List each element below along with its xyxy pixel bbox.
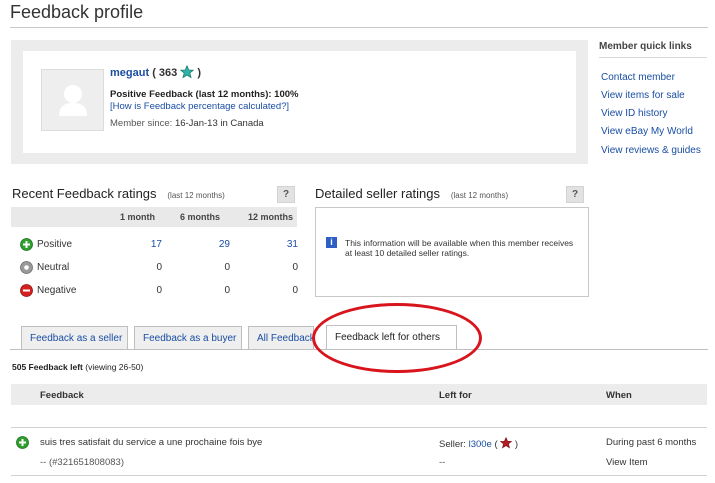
neutral-icon [20, 261, 33, 274]
view-my-world-link[interactable]: View eBay My World [601, 126, 693, 137]
seller-prefix: Seller: [439, 439, 466, 450]
info-icon: i [326, 237, 337, 248]
positive-plus-icon [16, 436, 29, 449]
item-reference: -- (#321651808083) [40, 457, 124, 468]
how-calculated-link[interactable]: [How is Feedback percentage calculated?] [110, 101, 289, 112]
col-left-for: Left for [439, 390, 472, 401]
view-reviews-guides-link[interactable]: View reviews & guides [601, 145, 701, 156]
open-paren: ( [152, 67, 159, 79]
turquoise-star-icon[interactable] [180, 65, 195, 79]
seller-close-paren: ) [514, 439, 519, 450]
col-12-months: 12 months [248, 212, 294, 222]
feedback-comment: suis tres satisfait du service a une pro… [40, 437, 263, 448]
neutral-6-months: 0 [224, 262, 230, 273]
item-price: -- [439, 457, 446, 468]
positive-plus-icon [20, 238, 33, 251]
seller-name-link[interactable]: l300e [469, 439, 492, 450]
negative-12-months: 0 [292, 285, 298, 296]
close-paren: ) [197, 67, 202, 79]
feedback-score: 363 [158, 67, 178, 79]
ratings-table: 1 month 6 months 12 months Positive 17 2… [11, 207, 298, 303]
page-title: Feedback profile [10, 2, 144, 22]
quick-links-title: Member quick links [599, 41, 692, 52]
tab-all-feedback[interactable]: All Feedback [248, 326, 314, 349]
avatar [41, 69, 104, 131]
feedback-count: 505 Feedback left (viewing 26-50) [12, 362, 143, 372]
negative-1-month: 0 [156, 285, 162, 296]
col-feedback: Feedback [40, 390, 84, 401]
username-line: megaut ( 363 ) [110, 65, 201, 79]
positive-row: Positive 17 29 31 [11, 235, 298, 257]
positive-12-months[interactable]: 31 [268, 239, 298, 250]
view-id-history-link[interactable]: View ID history [601, 108, 668, 119]
left-for-seller: Seller: l300e ( ) [439, 436, 519, 450]
neutral-12-months: 0 [292, 262, 298, 273]
col-when: When [606, 390, 632, 401]
negative-6-months: 0 [224, 285, 230, 296]
col-6-months: 6 months [180, 212, 221, 222]
viewing-range: (viewing 26-50) [85, 362, 144, 372]
positive-6-months[interactable]: 29 [200, 239, 230, 250]
neutral-row: Neutral 0 0 0 [11, 258, 298, 280]
recent-ratings-period: (last 12 months) [167, 191, 225, 200]
row-divider [11, 475, 707, 476]
positive-1-month[interactable]: 17 [132, 239, 162, 250]
dsr-help-button[interactable]: ? [566, 186, 584, 203]
view-items-for-sale-link[interactable]: View items for sale [601, 90, 685, 101]
positive-feedback-percent: Positive Feedback (last 12 months): 100% [110, 89, 299, 100]
tab-feedback-as-buyer[interactable]: Feedback as a buyer [134, 326, 242, 349]
feedback-table-header [11, 384, 707, 405]
red-star-icon[interactable] [499, 436, 513, 449]
negative-row: Negative 0 0 0 [11, 281, 298, 303]
member-since-label: Member since: [110, 118, 173, 129]
user-silhouette-icon [59, 85, 87, 116]
member-since-value: 16-Jan-13 in Canada [174, 118, 264, 129]
contact-member-link[interactable]: Contact member [601, 72, 675, 83]
feedback-left-count: 505 Feedback left [12, 362, 83, 372]
member-since: Member since: 16-Jan-13 in Canada [110, 118, 264, 129]
negative-minus-icon [20, 284, 33, 297]
positive-label: Positive [37, 239, 73, 250]
row-divider [11, 427, 707, 428]
col-1-month: 1 month [120, 212, 155, 222]
recent-ratings-help-button[interactable]: ? [277, 186, 295, 203]
dsr-title: Detailed seller ratings (last 12 months) [315, 186, 508, 201]
tab-feedback-as-seller[interactable]: Feedback as a seller [21, 326, 128, 349]
recent-ratings-heading: Recent Feedback ratings [12, 186, 157, 201]
quick-links-divider [599, 57, 707, 58]
dsr-period: (last 12 months) [450, 191, 509, 200]
seller-open-paren: ( [494, 439, 498, 450]
when-text: During past 6 months [606, 437, 697, 448]
view-item-link[interactable]: View Item [606, 457, 648, 468]
username-link[interactable]: megaut [110, 67, 149, 79]
dsr-message: This information will be available when … [345, 238, 574, 258]
neutral-1-month: 0 [156, 262, 162, 273]
recent-ratings-title: Recent Feedback ratings (last 12 months) [12, 186, 225, 201]
profile-card [23, 51, 576, 153]
title-divider [10, 27, 708, 28]
neutral-label: Neutral [37, 262, 70, 273]
red-annotation-circle [312, 303, 482, 373]
ratings-table-header: 1 month 6 months 12 months [11, 207, 297, 227]
dsr-heading: Detailed seller ratings [315, 186, 441, 201]
negative-label: Negative [37, 285, 77, 296]
